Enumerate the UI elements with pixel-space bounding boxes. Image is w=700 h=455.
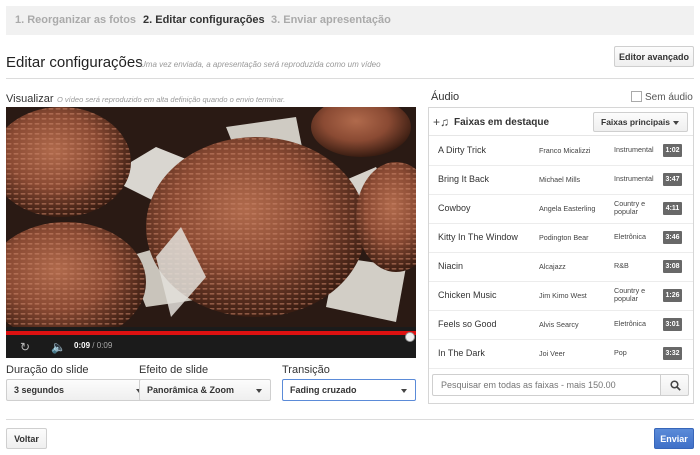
- track-name: Kitty In The Window: [438, 232, 518, 242]
- duration-select[interactable]: 3 segundos: [6, 379, 151, 401]
- track-genre: Eletrônica: [614, 232, 646, 241]
- replay-icon[interactable]: ↻: [20, 341, 30, 353]
- duration-label: Duração do slide: [6, 364, 89, 376]
- no-audio-toggle[interactable]: Sem áudio: [631, 91, 693, 103]
- track-genre: Pop: [614, 348, 627, 357]
- top-tracks-dropdown[interactable]: Faixas principais: [593, 112, 688, 132]
- chevron-down-icon: [256, 389, 262, 393]
- track-artist: Franco Micalizzi: [539, 146, 591, 155]
- track-artist: Podington Bear: [539, 233, 589, 242]
- transition-select[interactable]: Fading cruzado: [282, 379, 416, 401]
- track-artist: Alcajazz: [539, 262, 566, 271]
- track-artist: Joi Veer: [539, 349, 565, 358]
- track-row[interactable]: Cowboy Angela Easterling Country e popul…: [429, 195, 693, 224]
- track-genre: Eletrônica: [614, 319, 646, 328]
- track-row[interactable]: Niacin Alcajazz R&B 3:08: [429, 253, 693, 282]
- step-edit-settings: 2. Editar configurações: [143, 14, 265, 26]
- track-row[interactable]: Chicken Music Jim Kimo West Country e po…: [429, 282, 693, 311]
- track-genre: Country e popular: [614, 286, 646, 303]
- track-row[interactable]: Feels so Good Alvis Searcy Eletrônica 3:…: [429, 311, 693, 340]
- header-divider: [6, 78, 694, 79]
- chevron-down-icon: [673, 121, 679, 125]
- effect-value: Panorâmica & Zoom: [147, 385, 235, 395]
- volume-icon[interactable]: 🔈: [51, 341, 66, 353]
- page-title: Editar configurações: [6, 54, 143, 71]
- search-icon: [670, 380, 681, 391]
- footer-divider: [6, 419, 694, 420]
- effect-select[interactable]: Panorâmica & Zoom: [139, 379, 271, 401]
- track-genre: Instrumental: [614, 145, 654, 154]
- time-total: / 0:09: [92, 341, 113, 350]
- track-genre: Instrumental: [614, 174, 654, 183]
- music-note-icon: +♫: [433, 115, 450, 129]
- step-send: 3. Enviar apresentação: [271, 14, 391, 26]
- track-name: Chicken Music: [438, 290, 497, 300]
- track-row[interactable]: A Dirty Trick Franco Micalizzi Instrumen…: [429, 137, 693, 166]
- progress-bar[interactable]: [6, 331, 416, 342]
- track-row[interactable]: Kitty In The Window Podington Bear Eletr…: [429, 224, 693, 253]
- track-duration: 4:11: [663, 202, 682, 215]
- transition-value: Fading cruzado: [290, 385, 357, 395]
- track-duration: 1:26: [663, 289, 682, 302]
- progress-knob[interactable]: [405, 332, 415, 342]
- track-artist: Alvis Searcy: [539, 320, 579, 329]
- duration-value: 3 segundos: [14, 385, 65, 395]
- track-artist: Angela Easterling: [539, 204, 596, 213]
- audio-panel-header: +♫ Faixas em destaque Faixas principais: [429, 108, 693, 136]
- track-name: Niacin: [438, 261, 464, 271]
- player-controls: ↻ 🔈 0:09 / 0:09: [6, 327, 416, 358]
- page-subtitle: Uma vez enviada, a apresentação será rep…: [140, 60, 381, 69]
- track-duration: 3:46: [663, 231, 682, 244]
- wizard-steps: 1. Reorganizar as fotos 2. Editar config…: [6, 6, 694, 35]
- track-name: Cowboy: [438, 203, 471, 213]
- track-name: Bring It Back: [438, 174, 490, 184]
- advanced-editor-button[interactable]: Editor avançado: [614, 46, 694, 67]
- track-name: In The Dark: [438, 348, 485, 358]
- no-audio-label: Sem áudio: [645, 92, 693, 103]
- track-duration: 1:02: [663, 144, 682, 157]
- chevron-down-icon: [401, 389, 407, 393]
- preview-note: O vídeo será reproduzido em alta definiç…: [57, 95, 286, 104]
- track-artist: Jim Kimo West: [539, 291, 587, 300]
- time-display: 0:09 / 0:09: [74, 341, 112, 350]
- track-artist: Michael Mills: [539, 175, 581, 184]
- preview-label: Visualizar: [6, 93, 54, 105]
- track-genre: R&B: [614, 261, 629, 270]
- track-duration: 3:47: [663, 173, 682, 186]
- send-button[interactable]: Enviar: [654, 428, 694, 449]
- video-frame-image: [6, 107, 416, 327]
- track-name: A Dirty Trick: [438, 145, 487, 155]
- video-player[interactable]: ↻ 🔈 0:09 / 0:09: [6, 107, 416, 358]
- audio-label: Áudio: [431, 91, 460, 103]
- track-duration: 3:08: [663, 260, 682, 273]
- featured-tracks-title: Faixas em destaque: [454, 117, 550, 128]
- time-current: 0:09: [74, 341, 91, 350]
- step-reorganize[interactable]: 1. Reorganizar as fotos: [15, 14, 136, 26]
- audio-panel: +♫ Faixas em destaque Faixas principais …: [428, 107, 694, 404]
- effect-label: Efeito de slide: [139, 364, 209, 376]
- back-button[interactable]: Voltar: [6, 428, 47, 449]
- track-row[interactable]: In The Dark Joi Veer Pop 3:32: [429, 340, 693, 369]
- track-genre: Country e popular: [614, 199, 646, 216]
- track-duration: 3:01: [663, 318, 682, 331]
- track-search-input[interactable]: [432, 374, 661, 396]
- track-row[interactable]: Bring It Back Michael Mills Instrumental…: [429, 166, 693, 195]
- search-button[interactable]: [660, 374, 689, 396]
- top-tracks-label: Faixas principais: [601, 117, 670, 127]
- track-name: Feels so Good: [438, 319, 497, 329]
- transition-label: Transição: [282, 364, 330, 376]
- no-audio-checkbox[interactable]: [631, 91, 642, 102]
- track-duration: 3:32: [663, 347, 682, 360]
